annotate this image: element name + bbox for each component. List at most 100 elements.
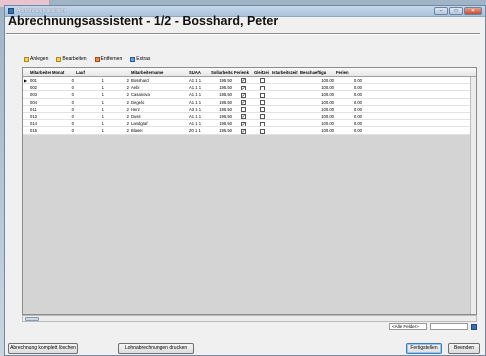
table-cell <box>271 113 299 119</box>
table-row[interactable]: 002 0 1 2 Aebi A1 1 1 195.50 ✓ 100.00 0.00 <box>23 84 476 92</box>
col-header[interactable]: Ferienk <box>233 68 253 76</box>
col-header[interactable]: Beschaeftigu <box>299 68 335 76</box>
table-cell: 195.50 <box>219 78 232 83</box>
table-cell: Landgraf <box>131 121 148 127</box>
col-header[interactable]: Sollarbeitszei <box>210 68 233 76</box>
extras-label: Extras <box>136 56 151 62</box>
table-cell: A3 1 1 <box>189 106 202 112</box>
table-cell: 195.50 <box>219 121 232 127</box>
table-cell: A1 1 1 <box>189 121 202 127</box>
table-cell: 003 <box>30 92 37 98</box>
table-cell: 100.00 <box>321 92 334 98</box>
col-header[interactable]: Ferien <box>335 68 363 76</box>
table-cell: Degelo <box>131 99 145 105</box>
table-cell: 100.00 <box>321 85 334 91</box>
flextime-checkbox[interactable] <box>259 85 265 91</box>
flextime-checkbox[interactable] <box>259 121 265 127</box>
table-cell: ✓ <box>233 84 253 91</box>
table-cell: 0 <box>71 99 74 105</box>
table-cell: Herz <box>131 106 140 112</box>
table-cell: 195.50 <box>219 85 232 91</box>
close-window-button[interactable]: ✕ <box>464 7 482 15</box>
col-header[interactable]: Gleitzei <box>253 68 271 76</box>
table-cell: 1 <box>101 99 104 105</box>
col-header[interactable]: Mitarbeiter Jahr <box>29 68 51 76</box>
filter-input[interactable] <box>430 323 468 330</box>
table-cell: 100.00 <box>321 99 334 105</box>
col-header[interactable] <box>105 68 130 76</box>
table-cell: 2 <box>126 92 129 98</box>
print-payslips-button[interactable]: Lohnabrechnungen drucken <box>118 343 194 354</box>
table-cell: Z0 1 1 <box>189 128 201 134</box>
col-header[interactable]: Mitarbeitername <box>130 68 188 76</box>
filter-apply-icon[interactable] <box>471 323 477 330</box>
table-cell <box>253 106 271 112</box>
employee-grid[interactable]: Mitarbeiter Jahr Monat Lauf Mitarbeitern… <box>22 67 477 315</box>
filter-bar: <Alle Felder> <box>22 322 477 331</box>
table-cell: ✓ <box>233 120 253 127</box>
flextime-checkbox[interactable] <box>259 114 265 120</box>
table-cell: 0.00 <box>353 106 362 112</box>
table-cell: ✓ <box>233 99 253 105</box>
vacation-checkbox[interactable]: ✓ <box>240 114 246 120</box>
scroll-thumb[interactable] <box>25 317 39 321</box>
table-cell <box>271 106 299 112</box>
maximize-button[interactable]: □ <box>449 7 463 15</box>
vacation-checkbox[interactable]: ✓ <box>240 92 246 98</box>
add-button[interactable]: Anlegen <box>22 55 50 63</box>
grid-header: Mitarbeiter Jahr Monat Lauf Mitarbeitern… <box>23 68 476 77</box>
table-cell: 195.50 <box>219 113 232 119</box>
table-row[interactable]: 013 0 1 2 Duss A1 1 1 195.50 ✓ 100.00 0.00 <box>23 112 476 121</box>
vacation-checkbox[interactable] <box>240 107 246 112</box>
table-cell: 0.00 <box>353 121 362 127</box>
table-cell: 0 <box>71 121 74 127</box>
vacation-checkbox[interactable]: ✓ <box>240 99 246 105</box>
table-cell: 001 <box>30 78 37 83</box>
table-cell: 0.00 <box>353 128 362 134</box>
flextime-checkbox[interactable] <box>259 92 265 98</box>
table-cell: A1 1 1 <box>189 113 202 119</box>
close-button[interactable]: Beenden <box>448 343 480 354</box>
table-cell: 0 <box>71 113 74 119</box>
table-cell: A1 1 1 <box>189 99 202 105</box>
vacation-checkbox[interactable]: ✓ <box>240 128 246 134</box>
remove-button[interactable]: Entfernen <box>93 55 125 63</box>
table-cell: 1 <box>101 78 104 83</box>
col-header[interactable]: Istarbeitszeit <box>271 68 299 76</box>
table-cell: 014 <box>30 121 37 127</box>
minimize-button[interactable]: – <box>434 7 448 15</box>
table-row[interactable]: ▶ 001 0 1 2 Bosshard A1 1 1 195.50 ✓ 100.00 0.00 <box>23 77 476 85</box>
table-cell <box>271 77 299 83</box>
col-header[interactable]: SUAA <box>188 68 210 76</box>
remove-icon <box>94 56 100 62</box>
edit-button[interactable]: Bearbeiten <box>54 55 88 63</box>
flextime-checkbox[interactable] <box>259 99 265 105</box>
table-cell: ✓ <box>233 113 253 120</box>
window-controls: – □ ✕ <box>434 7 482 15</box>
extras-button[interactable]: Extras <box>128 55 152 63</box>
table-cell: 002 <box>30 85 37 91</box>
table-row[interactable]: 004 0 1 2 Degelo A1 1 1 195.50 ✓ 100.00 0.00 <box>23 98 476 106</box>
table-row[interactable]: 011 0 1 2 Herz A3 1 1 195.50 100.00 0.00 <box>23 105 476 113</box>
table-row[interactable]: 015 0 1 2 Blaser Z0 1 1 195.50 ✓ 100.00 0.00 <box>23 127 476 135</box>
edit-label: Bearbeiten <box>62 56 87 62</box>
table-cell: 100.00 <box>321 113 334 119</box>
flextime-checkbox[interactable] <box>259 78 265 84</box>
delete-billing-button[interactable]: Abrechnung komplett löschen <box>8 343 78 354</box>
table-row[interactable]: 014 0 1 2 Landgraf A1 1 1 195.50 ✓ 100.00 0.00 <box>23 120 476 128</box>
table-cell <box>253 120 271 127</box>
table-row[interactable]: 003 0 1 2 Casanova A1 1 1 195.50 ✓ 100.00 0.00 <box>23 91 476 99</box>
field-filter-select[interactable]: <Alle Felder> <box>389 323 427 330</box>
flextime-checkbox[interactable] <box>259 128 265 134</box>
horizontal-scrollbar[interactable] <box>22 315 477 322</box>
vacation-checkbox[interactable]: ✓ <box>240 85 246 91</box>
finish-button[interactable]: Fertigstellen <box>406 343 442 354</box>
col-header[interactable]: Lauf <box>75 68 105 76</box>
vertical-scrollbar[interactable] <box>470 77 476 314</box>
flextime-checkbox[interactable] <box>259 107 265 112</box>
table-cell <box>233 106 253 112</box>
col-header[interactable]: Monat <box>51 68 75 76</box>
vacation-checkbox[interactable]: ✓ <box>240 78 246 84</box>
table-cell: 195.50 <box>219 128 232 134</box>
vacation-checkbox[interactable]: ✓ <box>240 121 246 127</box>
